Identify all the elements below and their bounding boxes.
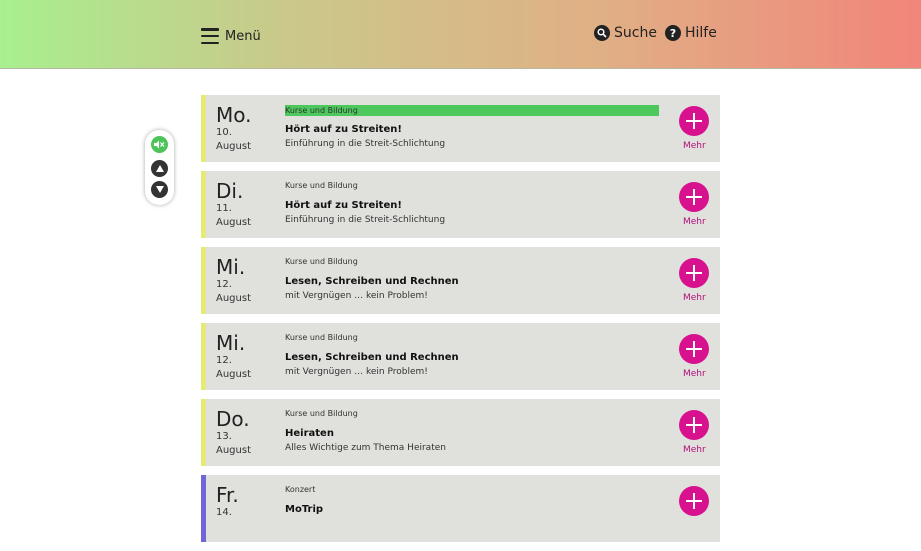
menu-label: Menü <box>225 28 261 44</box>
event-weekday: Fr. <box>216 483 239 507</box>
event-subtitle: mit Vergnügen … kein Problem! <box>285 291 428 301</box>
plus-icon[interactable] <box>679 182 709 212</box>
event-month: August <box>216 369 251 380</box>
event-weekday: Mi. <box>216 331 246 355</box>
event-month: August <box>216 445 251 456</box>
event-title[interactable]: Heiraten <box>285 428 334 439</box>
plus-icon[interactable] <box>679 486 709 516</box>
event-title[interactable]: Lesen, Schreiben und Rechnen <box>285 352 459 363</box>
arrow-down-icon[interactable] <box>151 181 168 198</box>
event-day: 10. <box>216 127 232 138</box>
event-category: Kurse und Bildung <box>285 181 358 190</box>
event-list: Mo. 10. August Kurse und Bildung Hört au… <box>201 95 720 551</box>
event-weekday: Do. <box>216 407 250 431</box>
event-subtitle: mit Vergnügen … kein Problem! <box>285 367 428 377</box>
search-label: Suche <box>614 25 657 41</box>
speaker-mute-icon[interactable] <box>151 136 168 153</box>
event-card: Mi. 12. August Kurse und Bildung Lesen, … <box>201 247 720 314</box>
event-day: 12. <box>216 279 232 290</box>
search-button[interactable]: Suche <box>594 25 657 41</box>
event-day: 14. <box>216 507 232 518</box>
event-weekday: Mo. <box>216 103 252 127</box>
plus-icon[interactable] <box>679 106 709 136</box>
event-category: Kurse und Bildung <box>285 409 358 418</box>
event-category: Konzert <box>285 485 316 494</box>
event-day: 11. <box>216 203 232 214</box>
event-day: 12. <box>216 355 232 366</box>
more-link[interactable]: Mehr <box>683 445 706 455</box>
menu-button[interactable]: Menü <box>201 26 261 46</box>
event-weekday: Mi. <box>216 255 246 279</box>
more-link[interactable]: Mehr <box>683 141 706 151</box>
event-month: August <box>216 217 251 228</box>
event-card: Do. 13. August Kurse und Bildung Heirate… <box>201 399 720 466</box>
event-card: Mi. 12. August Kurse und Bildung Lesen, … <box>201 323 720 390</box>
header-bar: Menü Suche ? Hilfe <box>0 0 921 69</box>
more-link[interactable]: Mehr <box>683 217 706 227</box>
event-day: 13. <box>216 431 232 442</box>
help-icon: ? <box>665 25 681 41</box>
accessibility-widget <box>145 130 174 205</box>
plus-icon[interactable] <box>679 334 709 364</box>
plus-icon[interactable] <box>679 410 709 440</box>
more-link[interactable]: Mehr <box>683 293 706 303</box>
event-title[interactable]: Hört auf zu Streiten! <box>285 124 402 135</box>
event-title[interactable]: Hört auf zu Streiten! <box>285 200 402 211</box>
more-link[interactable]: Mehr <box>683 369 706 379</box>
event-subtitle: Einführung in die Streit-Schlichtung <box>285 139 446 149</box>
event-month: August <box>216 141 251 152</box>
event-weekday: Di. <box>216 179 244 203</box>
event-month: August <box>216 293 251 304</box>
event-category: Kurse und Bildung <box>285 257 358 266</box>
help-label: Hilfe <box>685 25 717 41</box>
event-category: Kurse und Bildung <box>285 333 358 342</box>
event-title[interactable]: MoTrip <box>285 504 323 515</box>
hamburger-icon <box>201 28 219 44</box>
event-card: Di. 11. August Kurse und Bildung Hört au… <box>201 171 720 238</box>
event-subtitle: Einführung in die Streit-Schlichtung <box>285 215 446 225</box>
event-title[interactable]: Lesen, Schreiben und Rechnen <box>285 276 459 287</box>
search-icon <box>594 25 610 41</box>
event-card: Mo. 10. August Kurse und Bildung Hört au… <box>201 95 720 162</box>
arrow-up-icon[interactable] <box>151 160 168 177</box>
help-button[interactable]: ? Hilfe <box>665 25 717 41</box>
event-category: Kurse und Bildung <box>285 105 659 116</box>
event-card: Fr. 14. Konzert MoTrip <box>201 475 720 542</box>
plus-icon[interactable] <box>679 258 709 288</box>
event-subtitle: Alles Wichtige zum Thema Heiraten <box>285 443 446 453</box>
